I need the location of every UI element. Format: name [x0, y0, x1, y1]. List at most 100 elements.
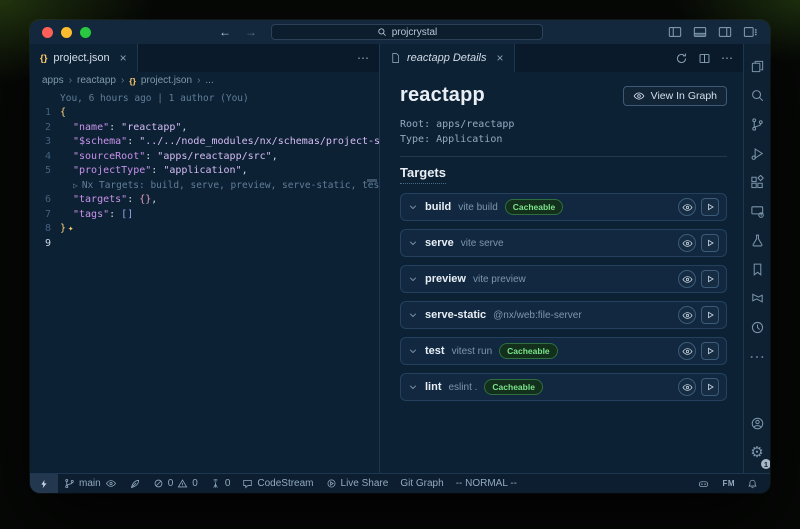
git-graph-indicator[interactable]: Git Graph — [394, 474, 449, 493]
notifications-indicator[interactable] — [741, 474, 764, 493]
fm-indicator[interactable]: FM — [716, 474, 741, 493]
toggle-secondary-sidebar-icon[interactable] — [718, 25, 732, 39]
remote-explorer-icon[interactable] — [744, 197, 770, 226]
codelens-nx-targets[interactable]: ▷Nx Targets: build, serve, preview, serv… — [30, 178, 379, 193]
close-tab-icon[interactable]: × — [497, 51, 504, 65]
tab-reactapp-details[interactable]: reactapp Details × — [380, 44, 515, 72]
chevron-down-icon[interactable] — [408, 310, 418, 320]
target-row-build[interactable]: build vite build Cacheable — [400, 193, 727, 221]
feather-icon — [129, 478, 141, 490]
chevron-down-icon[interactable] — [408, 346, 418, 356]
code-line: 9 — [30, 236, 379, 251]
sparkle-icon[interactable]: ✦ — [68, 224, 73, 234]
bell-icon — [747, 478, 758, 490]
more-actions-icon[interactable]: ⋯ — [721, 51, 733, 65]
scrollbar-handle[interactable] — [367, 179, 377, 182]
git-branch-indicator[interactable]: main — [58, 474, 123, 493]
radio-tower-icon — [210, 478, 221, 489]
nav-back-button[interactable]: ← — [219, 26, 231, 38]
run-target-button[interactable] — [701, 234, 719, 252]
target-row-serve[interactable]: serve vite serve — [400, 229, 727, 257]
run-target-button[interactable] — [701, 378, 719, 396]
cacheable-badge: Cacheable — [499, 343, 558, 359]
remote-indicator[interactable] — [30, 474, 58, 493]
ports-indicator[interactable]: 0 — [204, 474, 237, 493]
view-target-button[interactable] — [678, 378, 696, 396]
code-line: 1 { — [30, 106, 379, 121]
codestream-indicator[interactable]: CodeStream — [236, 474, 319, 493]
breadcrumb-apps[interactable]: apps — [42, 75, 64, 86]
view-target-button[interactable] — [678, 270, 696, 288]
account-icon[interactable] — [744, 409, 770, 438]
view-target-button[interactable] — [678, 198, 696, 216]
nav-forward-button[interactable]: → — [245, 26, 257, 38]
toggle-primary-sidebar-icon[interactable] — [668, 25, 682, 39]
window-controls — [42, 27, 91, 38]
run-target-button[interactable] — [701, 270, 719, 288]
settings-gear-icon[interactable]: ⚙ 1 — [744, 438, 770, 467]
view-in-graph-button[interactable]: View In Graph — [623, 86, 727, 106]
divider — [400, 156, 727, 157]
view-target-button[interactable] — [678, 306, 696, 324]
error-icon — [153, 478, 164, 489]
problems-indicator[interactable]: 0 0 — [147, 474, 204, 493]
gitlens-feather-indicator[interactable] — [123, 474, 147, 493]
zoom-window-button[interactable] — [80, 27, 91, 38]
target-row-test[interactable]: test vitest run Cacheable — [400, 337, 727, 365]
breadcrumb-symbol[interactable]: ... — [205, 75, 213, 86]
bookmark-icon[interactable] — [744, 255, 770, 284]
search-icon — [377, 27, 387, 37]
breadcrumb-reactapp[interactable]: reactapp — [77, 75, 116, 86]
more-actions-icon[interactable]: ⋯ — [357, 51, 369, 65]
explorer-icon[interactable] — [744, 52, 770, 81]
code-line: 3 "$schema": "../../node_modules/nx/sche… — [30, 135, 379, 150]
view-target-button[interactable] — [678, 234, 696, 252]
run-debug-icon[interactable] — [744, 139, 770, 168]
customize-layout-icon[interactable] — [743, 25, 758, 39]
target-row-serve-static[interactable]: serve-static @nx/web:file-server — [400, 301, 727, 329]
split-editor-icon[interactable] — [698, 52, 711, 65]
vim-mode-indicator[interactable]: -- NORMAL -- — [450, 474, 523, 493]
close-window-button[interactable] — [42, 27, 53, 38]
toggle-panel-icon[interactable] — [693, 25, 707, 39]
extensions-icon[interactable] — [744, 168, 770, 197]
target-row-lint[interactable]: lint eslint . Cacheable — [400, 373, 727, 401]
timeline-clock-icon[interactable] — [744, 313, 770, 342]
json-file-icon: {} — [40, 53, 47, 64]
chevron-down-icon[interactable] — [408, 274, 418, 284]
run-icon: ▷ — [73, 181, 78, 190]
view-target-button[interactable] — [678, 342, 696, 360]
nx-console-icon[interactable] — [744, 284, 770, 313]
nx-project-details-panel: reactapp View In Graph Root: apps/reacta… — [380, 72, 743, 473]
command-center-search[interactable]: projcrystal — [271, 24, 543, 40]
testing-beaker-icon[interactable] — [744, 226, 770, 255]
titlebar: ← → projcrystal — [30, 20, 770, 44]
code-line: 5 "projectType": "application", — [30, 164, 379, 179]
search-value: projcrystal — [392, 27, 438, 38]
copilot-indicator[interactable] — [691, 474, 716, 493]
run-target-button[interactable] — [701, 306, 719, 324]
code-editor[interactable]: You, 6 hours ago | 1 author (You) 1 { 2 … — [30, 89, 379, 473]
close-tab-icon[interactable]: × — [120, 51, 127, 65]
minimize-window-button[interactable] — [61, 27, 72, 38]
code-line: 6 "targets": {}, — [30, 193, 379, 208]
chevron-down-icon[interactable] — [408, 382, 418, 392]
refresh-icon[interactable] — [675, 52, 688, 65]
run-target-button[interactable] — [701, 342, 719, 360]
live-share-indicator[interactable]: Live Share — [320, 474, 395, 493]
more-views-icon[interactable]: ⋯ — [744, 342, 770, 371]
project-root-value: apps/reactapp — [436, 119, 514, 130]
warning-icon — [177, 478, 188, 489]
tab-project-json[interactable]: {} project.json × — [30, 44, 138, 72]
target-row-preview[interactable]: preview vite preview — [400, 265, 727, 293]
tab-label: reactapp Details — [407, 52, 487, 64]
chevron-down-icon[interactable] — [408, 238, 418, 248]
source-control-icon[interactable] — [744, 110, 770, 139]
breadcrumb-project-json[interactable]: project.json — [141, 75, 192, 86]
search-icon[interactable] — [744, 81, 770, 110]
chevron-down-icon[interactable] — [408, 202, 418, 212]
run-target-button[interactable] — [701, 198, 719, 216]
eye-icon[interactable] — [105, 478, 117, 489]
breadcrumb: apps › reactapp › {} project.json › ... — [30, 72, 379, 89]
comment-icon — [242, 478, 253, 489]
